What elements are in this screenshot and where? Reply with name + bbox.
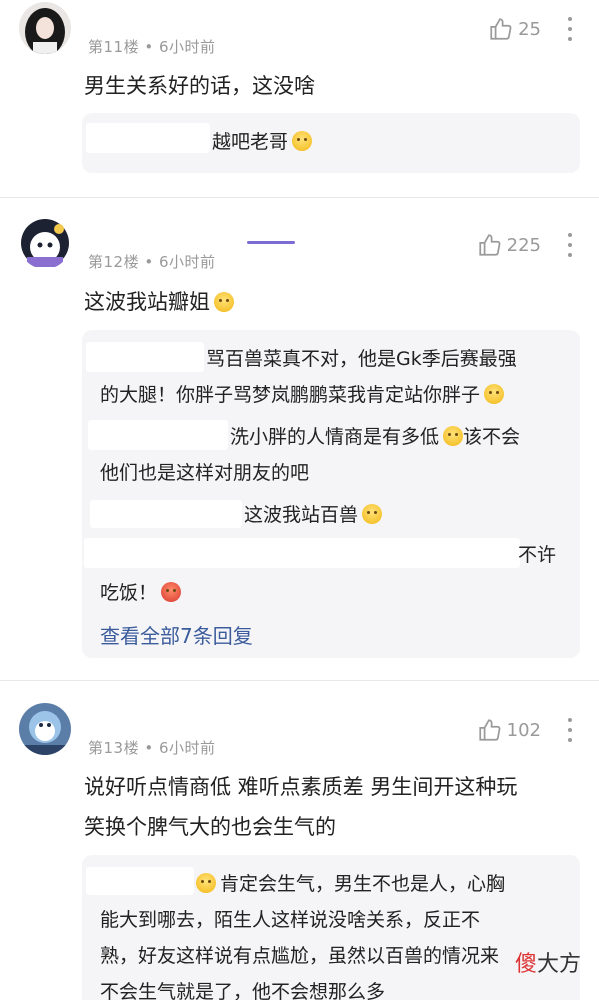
- comment-meta: 第11楼 • 6小时前: [88, 36, 216, 57]
- reply-line: 不会生气就是了，他不会想那么多: [100, 973, 562, 1000]
- reply-box: 越吧老哥: [82, 113, 580, 173]
- reply-text: 越吧老哥: [212, 131, 289, 153]
- reply: 洗小胖的人情商是有多低 该不会: [230, 418, 562, 456]
- smile-emoji-icon: [214, 292, 234, 312]
- redacted-username: [86, 123, 210, 153]
- timestamp: 6小时前: [159, 253, 216, 271]
- reply-text: 洗小胖的人情商是有多低: [230, 426, 440, 448]
- comment-text-content: 这波我站瓣姐: [84, 290, 210, 314]
- reply-line: 的大腿！你胖子骂梦岚鹏鹏菜我肯定站你胖子: [100, 376, 562, 414]
- reply-line: 能大到哪去，陌生人这样说没啥关系，反正不: [100, 901, 562, 939]
- more-icon[interactable]: [565, 233, 575, 257]
- like-button[interactable]: 102: [477, 717, 541, 743]
- more-icon[interactable]: [565, 718, 575, 742]
- reply: 骂百兽菜真不对，他是Gk季后赛最强: [206, 340, 562, 378]
- reply-text: 他们也是这样对朋友的吧: [100, 462, 310, 484]
- reply-text: 能大到哪去，陌生人这样说没啥关系，反正不: [100, 909, 481, 931]
- thumbs-up-icon: [479, 234, 501, 256]
- reply: 越吧老哥: [212, 123, 562, 161]
- timestamp: 6小时前: [159, 739, 216, 757]
- tongue-emoji-icon: [484, 384, 505, 404]
- view-all-replies-link[interactable]: 查看全部7条回复: [100, 620, 253, 649]
- like-button[interactable]: 225: [477, 232, 541, 258]
- separator-dot: •: [144, 739, 159, 757]
- avatar[interactable]: [19, 217, 71, 269]
- redacted-username: [86, 867, 194, 895]
- divider: [0, 680, 599, 681]
- redacted-username: [86, 342, 204, 372]
- divider: [0, 197, 599, 198]
- separator-dot: •: [144, 253, 159, 271]
- comment-text: 笑换个脾气大的也会生气的: [84, 815, 336, 839]
- redacted-username: [84, 538, 520, 568]
- reply-text: 不许: [518, 544, 557, 566]
- reply-line: 他们也是这样对朋友的吧: [100, 454, 562, 492]
- avatar[interactable]: [19, 2, 71, 54]
- avatar[interactable]: [19, 703, 71, 755]
- reply-text: 吃饭！: [100, 582, 158, 604]
- like-count: 225: [506, 234, 541, 256]
- reply-line: 吃饭！: [100, 574, 562, 612]
- like-count: 102: [506, 719, 541, 741]
- reply-text: 骂百兽菜真不对，他是Gk季后赛最强: [206, 348, 517, 370]
- angry-emoji-icon: [161, 582, 182, 602]
- more-icon[interactable]: [565, 17, 575, 41]
- separator-dot: •: [144, 38, 159, 56]
- comment-meta: 第12楼 • 6小时前: [88, 251, 216, 272]
- thumbs-up-icon: [479, 719, 501, 741]
- reply: 这波我站百兽: [244, 496, 562, 534]
- comment-text: 男生关系好的话，这没啥: [84, 74, 315, 98]
- grin-emoji-icon: [196, 873, 216, 893]
- thumbs-up-icon: [490, 18, 512, 40]
- smile-emoji-icon: [362, 504, 383, 524]
- reply-line: 熟，好友这样说有点尴尬，虽然以百兽的情况来: [100, 937, 562, 975]
- redacted-mark: [247, 241, 295, 244]
- reply-box: 肯定会生气，男生不也是人，心胸 能大到哪去，陌生人这样说没啥关系，反正不 熟，好…: [82, 855, 580, 1000]
- watermark-part-2: 大方: [536, 952, 581, 977]
- reply-box: 骂百兽菜真不对，他是Gk季后赛最强 的大腿！你胖子骂梦岚鹏鹏菜我肯定站你胖子 洗…: [82, 330, 580, 658]
- timestamp: 6小时前: [159, 38, 216, 56]
- reply-text: 的大腿！你胖子骂梦岚鹏鹏菜我肯定站你胖子: [100, 384, 481, 406]
- reply-text: 不会生气就是了，他不会想那么多: [100, 981, 386, 1000]
- reply: 肯定会生气，男生不也是人，心胸: [196, 865, 562, 903]
- reply: 不许: [518, 536, 562, 574]
- reply-text: 熟，好友这样说有点尴尬，虽然以百兽的情况来: [100, 945, 500, 967]
- comment-text: 说好听点情商低 难听点素质差 男生间开这种玩: [84, 775, 518, 799]
- redacted-username: [88, 420, 228, 450]
- comment-text: 这波我站瓣姐: [84, 283, 569, 321]
- like-button[interactable]: 25: [488, 16, 541, 42]
- floor-label: 第12楼: [88, 253, 140, 271]
- reply-text: 这波我站百兽: [244, 504, 359, 526]
- sweat-emoji-icon: [443, 426, 464, 446]
- redacted-username: [90, 500, 242, 528]
- like-count: 25: [518, 18, 541, 40]
- watermark: 傻大方: [515, 946, 581, 978]
- smile-emoji-icon: [292, 131, 313, 151]
- floor-label: 第11楼: [88, 38, 140, 56]
- comment-meta: 第13楼 • 6小时前: [88, 737, 216, 758]
- floor-label: 第13楼: [88, 739, 140, 757]
- watermark-part-1: 傻: [514, 952, 537, 977]
- reply-text: 该不会: [463, 426, 521, 448]
- reply-text: 肯定会生气，男生不也是人，心胸: [220, 873, 506, 895]
